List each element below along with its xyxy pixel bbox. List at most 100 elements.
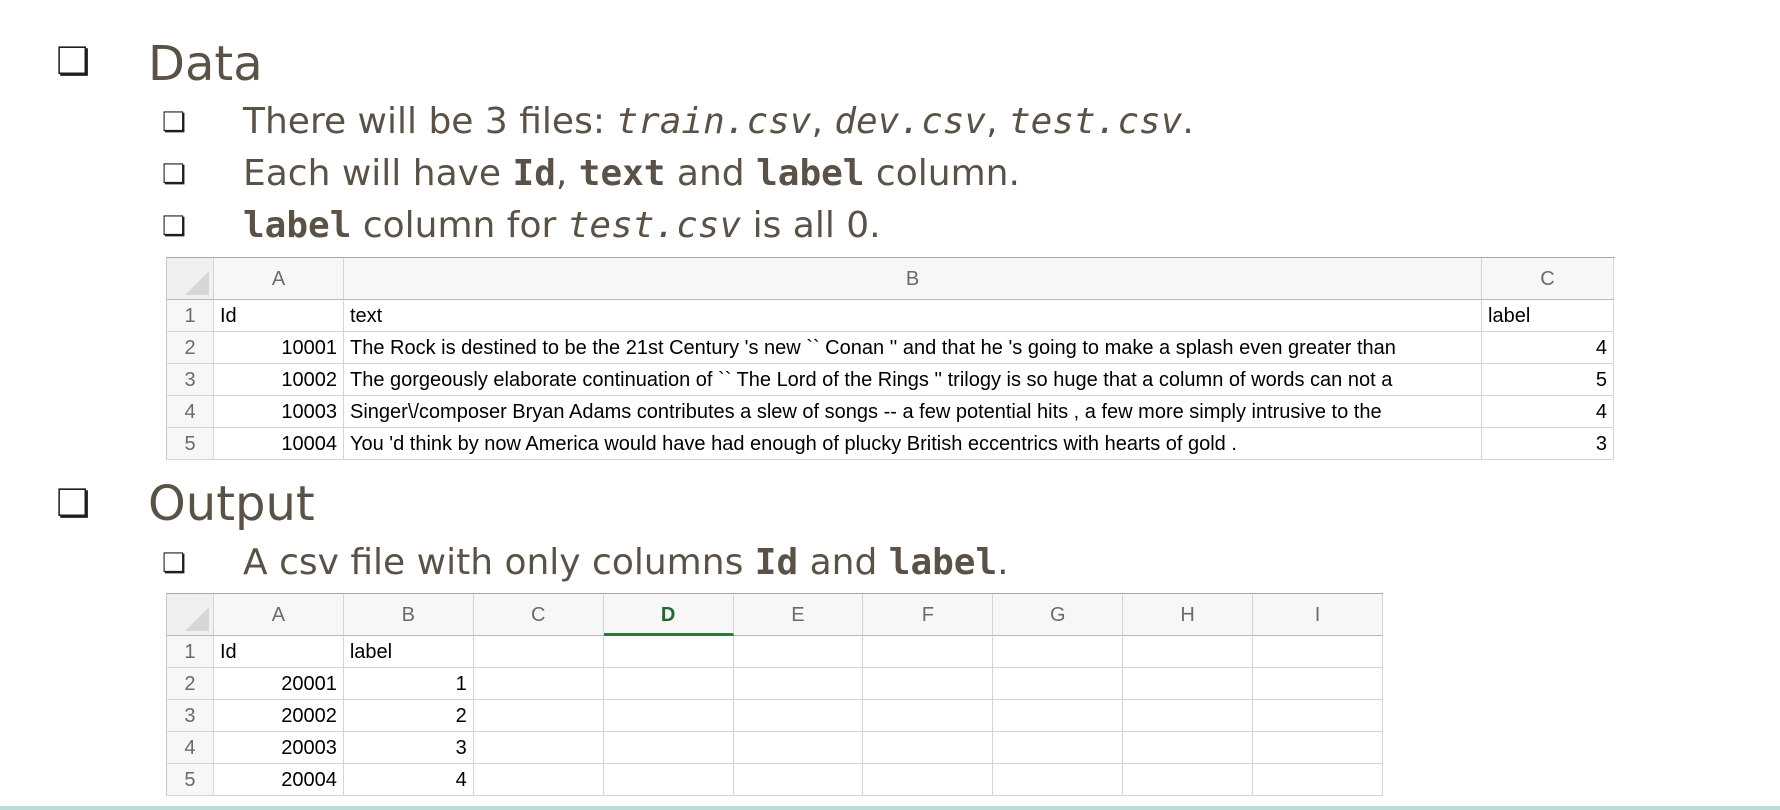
table-cell[interactable]: 20004 [213,764,344,796]
column-header[interactable]: G [993,594,1124,636]
table-cell[interactable]: 10003 [214,396,344,428]
table-cell[interactable]: text [344,300,1482,332]
table-cell[interactable]: label [343,636,474,668]
table-cell[interactable] [1123,636,1254,668]
item-text: , [811,101,835,142]
table-cell[interactable]: 4 [343,764,474,796]
table-cell[interactable]: 10001 [214,332,344,364]
table-cell[interactable] [1123,700,1254,732]
item-text: column. [864,153,1020,194]
column-header[interactable]: B [343,594,474,636]
column-header[interactable]: F [863,594,994,636]
table-cell[interactable] [863,700,994,732]
select-all-corner[interactable] [167,594,214,636]
table-cell[interactable]: 1 [343,668,474,700]
section-title-output: Output [148,476,315,532]
table-cell[interactable] [733,668,864,700]
table-cell[interactable]: 3 [1482,428,1614,460]
column-header[interactable]: B [344,258,1482,300]
table-cell[interactable]: 2 [343,700,474,732]
table-cell[interactable]: label [1482,300,1614,332]
column-header[interactable]: D [603,594,734,636]
table-cell[interactable]: Id [214,300,344,332]
column-header[interactable]: C [473,594,604,636]
bullet-icon: ❏ [162,159,187,190]
table-cell[interactable] [473,700,604,732]
table-cell[interactable] [603,700,734,732]
table-cell[interactable] [1253,668,1383,700]
table-cell[interactable] [1123,732,1254,764]
column-header[interactable]: I [1253,594,1383,636]
row-number[interactable]: 5 [167,428,214,460]
table-cell[interactable]: 20003 [213,732,344,764]
table-cell[interactable] [863,732,994,764]
select-all-corner[interactable] [167,258,214,300]
table-cell[interactable] [473,668,604,700]
table-cell[interactable]: 20001 [213,668,344,700]
row-number[interactable]: 1 [167,300,214,332]
table-cell[interactable]: You 'd think by now America would have h… [344,428,1482,460]
column-header[interactable]: E [733,594,864,636]
table-cell[interactable]: 4 [1482,332,1614,364]
column-header[interactable]: A [214,258,344,300]
table-cell[interactable]: 10004 [214,428,344,460]
table-row: 3 10002 The gorgeously elaborate continu… [167,364,1615,396]
table-cell[interactable]: The gorgeously elaborate continuation of… [344,364,1482,396]
table-cell[interactable] [1253,700,1383,732]
table-cell[interactable] [603,764,734,796]
table-row: 1 Id label [167,636,1383,668]
table-cell[interactable] [733,636,864,668]
table-cell[interactable] [993,636,1124,668]
table-row: 4 20003 3 [167,732,1383,764]
item-text: Each will have [243,153,513,194]
row-number[interactable]: 5 [167,764,214,796]
column-header[interactable]: A [213,594,344,636]
table-cell[interactable] [993,732,1124,764]
table-cell[interactable] [1253,732,1383,764]
table-cell[interactable] [1253,636,1383,668]
row-number[interactable]: 3 [167,364,214,396]
table-cell[interactable] [733,764,864,796]
table-cell[interactable] [993,700,1124,732]
table-cell[interactable] [603,732,734,764]
table-cell[interactable] [733,700,864,732]
row-number[interactable]: 2 [167,668,214,700]
filename: test.csv [567,205,742,246]
table-cell[interactable] [473,636,604,668]
table-cell[interactable]: The Rock is destined to be the 21st Cent… [344,332,1482,364]
table-cell[interactable] [1123,764,1254,796]
table-cell[interactable] [473,764,604,796]
row-number[interactable]: 4 [167,396,214,428]
table-cell[interactable]: 3 [343,732,474,764]
column-header[interactable]: C [1482,258,1614,300]
table-cell[interactable] [863,668,994,700]
table-cell[interactable] [863,764,994,796]
table-cell[interactable] [603,636,734,668]
item-text: , [986,101,1009,142]
table-cell[interactable]: 20002 [213,700,344,732]
item-text: is all 0. [741,205,881,246]
column-header[interactable]: H [1123,594,1254,636]
table-cell[interactable] [603,668,734,700]
table-cell[interactable] [863,636,994,668]
table-cell[interactable] [1123,668,1254,700]
item-testlabel: label column for test.csv is all 0. [243,208,881,244]
table-cell[interactable] [1253,764,1383,796]
item-text: . [997,542,1009,583]
table-cell[interactable]: 4 [1482,396,1614,428]
table-cell[interactable]: Singer\/composer Bryan Adams contributes… [344,396,1482,428]
table-cell[interactable] [473,732,604,764]
table-cell[interactable]: Id [213,636,344,668]
row-number[interactable]: 4 [167,732,214,764]
bullet-icon: ❏ [162,548,187,579]
column-header-row: ABCDEFGHI [167,594,1383,636]
table-cell[interactable] [993,764,1124,796]
row-number[interactable]: 3 [167,700,214,732]
bullet-icon: ❏ [162,211,187,242]
table-cell[interactable] [993,668,1124,700]
row-number[interactable]: 2 [167,332,214,364]
table-cell[interactable]: 5 [1482,364,1614,396]
table-cell[interactable]: 10002 [214,364,344,396]
row-number[interactable]: 1 [167,636,214,668]
table-cell[interactable] [733,732,864,764]
